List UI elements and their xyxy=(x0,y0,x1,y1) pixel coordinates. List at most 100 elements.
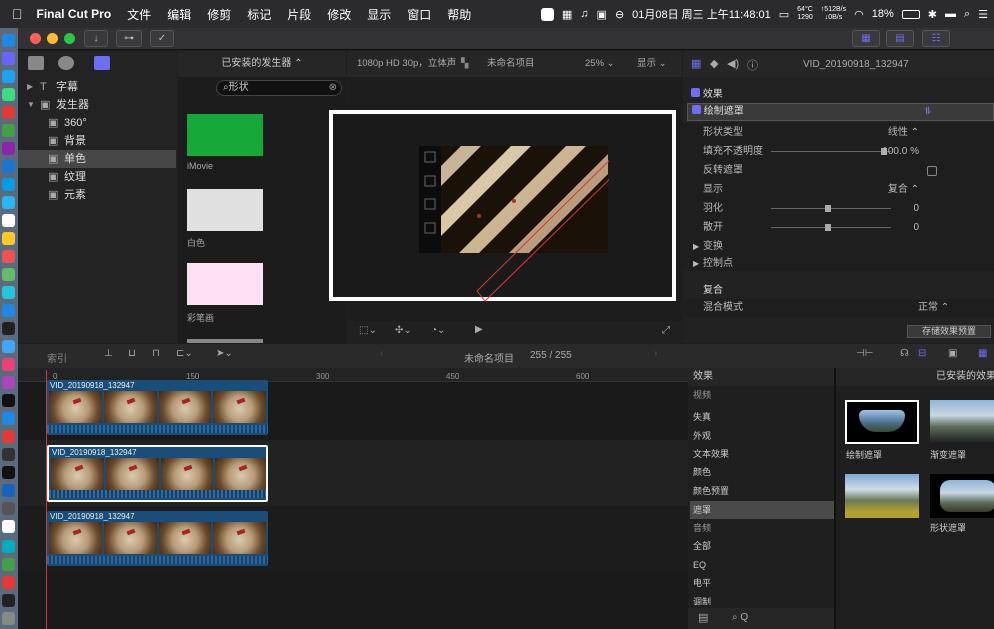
audio-inspector-icon[interactable]: ◀) xyxy=(727,57,739,70)
calendar-icon[interactable] xyxy=(2,214,15,227)
generator-thumb-white[interactable] xyxy=(187,189,263,231)
masked-video-frame[interactable] xyxy=(419,146,609,306)
sidebar-item-textures[interactable]: ▣ 纹理 xyxy=(18,168,176,186)
podcast-icon[interactable] xyxy=(2,376,15,389)
app-icon-14[interactable] xyxy=(2,466,15,479)
feather-slider[interactable] xyxy=(771,205,891,212)
effects-category[interactable]: 颜色预置 xyxy=(690,482,834,500)
sidebar-item-generators[interactable]: ▼ ▣ 发生器 xyxy=(18,96,176,114)
notes-icon[interactable] xyxy=(2,232,15,245)
app-icon-1[interactable] xyxy=(2,106,15,119)
mask-tool-icon[interactable]: ⥮ xyxy=(924,104,931,120)
clock-text[interactable]: 01月08日 周三 上午11:48:01 xyxy=(632,6,771,22)
sync-icon[interactable]: ⊖ xyxy=(615,8,624,21)
generator-thumb-imovie[interactable] xyxy=(187,114,263,156)
finder-icon[interactable] xyxy=(2,34,15,47)
color-inspector-icon[interactable]: ◆ xyxy=(710,57,718,70)
select-tool-icon[interactable]: ➤⌄ xyxy=(216,348,233,359)
app-menu[interactable]: Final Cut Pro xyxy=(37,7,112,21)
display-popup[interactable]: 显示 ⌄ xyxy=(637,51,667,77)
fcp-icon[interactable] xyxy=(2,594,15,607)
show-inspector-icon[interactable]: ☷ xyxy=(922,30,950,47)
effects-category[interactable]: 电平 xyxy=(690,574,834,592)
falloff-slider[interactable] xyxy=(771,224,891,231)
menu-window[interactable]: 窗口 xyxy=(407,6,431,23)
app-status-icon[interactable] xyxy=(540,7,554,21)
message-icon[interactable]: ▣ xyxy=(597,8,607,21)
menu-help[interactable]: 帮助 xyxy=(447,6,471,23)
control-center-icon[interactable]: ▬ xyxy=(945,8,956,20)
music-icon[interactable]: ♫ xyxy=(580,8,588,20)
info-inspector-icon[interactable]: ⓘ xyxy=(747,57,758,73)
clip-appearance-icon[interactable]: ▣ xyxy=(948,348,957,359)
effect-thumb-shape-mask[interactable] xyxy=(930,474,994,518)
sidebar-item-backgrounds[interactable]: ▣ 背景 xyxy=(18,132,176,150)
zoom-window-button[interactable] xyxy=(64,33,75,44)
wifi-icon[interactable]: ◠ xyxy=(854,8,864,21)
keyword-icon[interactable]: ⊶ xyxy=(116,30,142,47)
siri-icon[interactable] xyxy=(2,52,15,65)
yandex-icon[interactable] xyxy=(2,520,15,533)
installed-effects-header[interactable]: 已安装的效果 xyxy=(836,368,994,386)
effects-category-video[interactable]: 视频 xyxy=(690,386,834,404)
bluetooth-icon[interactable]: ✱ xyxy=(928,8,937,21)
app-icon-7[interactable] xyxy=(2,250,15,263)
disclosure-right-icon[interactable]: ▶ xyxy=(27,78,33,96)
overwrite-icon[interactable]: ⊏⌄ xyxy=(176,348,193,359)
back-icon[interactable]: ‹ xyxy=(380,348,383,359)
background-tasks-icon[interactable]: ✓ xyxy=(150,30,174,47)
generator-thumb-next[interactable] xyxy=(187,339,263,343)
zoom-popup[interactable]: 25% ⌄ xyxy=(585,51,615,77)
blend-mode-popup[interactable]: 正常 ⌃ xyxy=(918,299,949,317)
app-icon-9[interactable] xyxy=(2,304,15,317)
save-effects-preset-button[interactable]: 存储效果预置 xyxy=(907,325,991,338)
effects-category[interactable]: EQ xyxy=(690,556,834,574)
search-input[interactable]: ⌕形状 ⊗ xyxy=(216,80,342,96)
vpn-icon[interactable] xyxy=(2,484,15,497)
generators-header[interactable]: 已安装的发生器 ⌃ xyxy=(178,51,346,77)
app-icon-17[interactable] xyxy=(2,576,15,589)
sidebar-toggle-icon[interactable]: ▤ xyxy=(698,611,708,624)
android-icon[interactable] xyxy=(2,88,15,101)
show-timeline-icon[interactable]: ▤ xyxy=(886,30,914,47)
falloff-value[interactable]: 0 xyxy=(913,218,919,237)
forward-icon[interactable]: › xyxy=(654,348,657,359)
photos-icon[interactable] xyxy=(2,268,15,281)
launchpad-icon[interactable] xyxy=(2,70,15,83)
app-icon-2[interactable] xyxy=(2,124,15,137)
index-button[interactable]: 索引 xyxy=(47,350,67,365)
param-control-points[interactable]: ▶ 控制点 xyxy=(683,254,969,273)
import-icon[interactable]: ↓ xyxy=(84,30,108,47)
effect-thumb-draw-mask[interactable] xyxy=(845,400,919,444)
app-icon-15[interactable] xyxy=(2,502,15,515)
app-icon-5[interactable] xyxy=(2,178,15,191)
app-icon-11[interactable] xyxy=(2,340,15,353)
photos-audio-icon[interactable] xyxy=(58,56,74,70)
show-browser-icon[interactable]: ▦ xyxy=(852,30,880,47)
app-icon-8[interactable] xyxy=(2,286,15,299)
effects-search-field[interactable]: ⌕ Q xyxy=(732,612,748,623)
timeline-clip[interactable]: VID_20190918_132947 xyxy=(47,511,268,566)
app-icon-4[interactable] xyxy=(2,160,15,173)
apple-icon[interactable]:  xyxy=(12,6,23,22)
app-icon-13[interactable] xyxy=(2,430,15,443)
battery-text[interactable]: 18% xyxy=(872,8,894,20)
sidebar-item-elements[interactable]: ▣ 元素 xyxy=(18,186,176,204)
video-inspector-icon[interactable]: ▦ xyxy=(691,57,701,70)
effects-category-audio[interactable]: 音频 xyxy=(690,519,834,537)
feather-value[interactable]: 0 xyxy=(913,199,919,218)
effects-enable-checkbox[interactable] xyxy=(691,88,700,97)
transform-icon[interactable]: ⬚⌄ xyxy=(359,325,377,336)
appstore-icon[interactable] xyxy=(2,412,15,425)
menu-clip[interactable]: 片段 xyxy=(287,6,311,23)
app-icon-12[interactable] xyxy=(2,358,15,371)
snapping-icon[interactable]: ⊟ xyxy=(918,348,926,359)
effect-draw-mask-row[interactable]: 绘制遮罩 ⥮ xyxy=(687,103,994,121)
battery-icon[interactable] xyxy=(901,9,920,19)
library-icon[interactable] xyxy=(28,56,44,70)
wechat-icon[interactable] xyxy=(2,558,15,571)
effects-category[interactable]: 文本效果 xyxy=(690,445,834,463)
close-window-button[interactable] xyxy=(30,33,41,44)
effects-category[interactable]: 外观 xyxy=(690,427,834,445)
sidebar-item-titles[interactable]: ▶ T 字幕 xyxy=(18,78,176,96)
